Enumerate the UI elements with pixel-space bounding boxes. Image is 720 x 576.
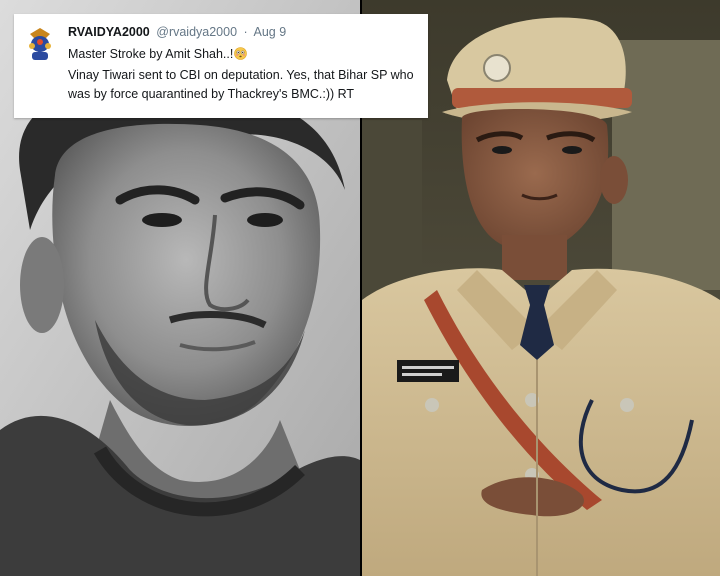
tweet-line-1-text: Master Stroke by Amit Shah..!: [68, 47, 234, 61]
meme-image: RVAIDYA2000 @rvaidya2000 · Aug 9 Master …: [0, 0, 720, 576]
tweet-text: Master Stroke by Amit Shah..! Vinay Tiwa…: [68, 45, 420, 104]
separator-dot: ·: [243, 25, 248, 39]
avatar[interactable]: [22, 26, 58, 62]
ganesha-avatar-icon: [22, 26, 58, 62]
tweet-line-2: Vinay Tiwari sent to CBI on deputation. …: [68, 68, 414, 101]
flushed-face-icon: [234, 47, 248, 66]
user-handle[interactable]: @rvaidya2000: [156, 25, 237, 39]
tweet-header: RVAIDYA2000 @rvaidya2000 · Aug 9: [68, 25, 286, 39]
display-name[interactable]: RVAIDYA2000: [68, 25, 150, 39]
tweet-line-1: Master Stroke by Amit Shah..!: [68, 45, 420, 66]
tweet-date[interactable]: Aug 9: [254, 25, 287, 39]
tweet-card[interactable]: RVAIDYA2000 @rvaidya2000 · Aug 9 Master …: [14, 14, 428, 118]
